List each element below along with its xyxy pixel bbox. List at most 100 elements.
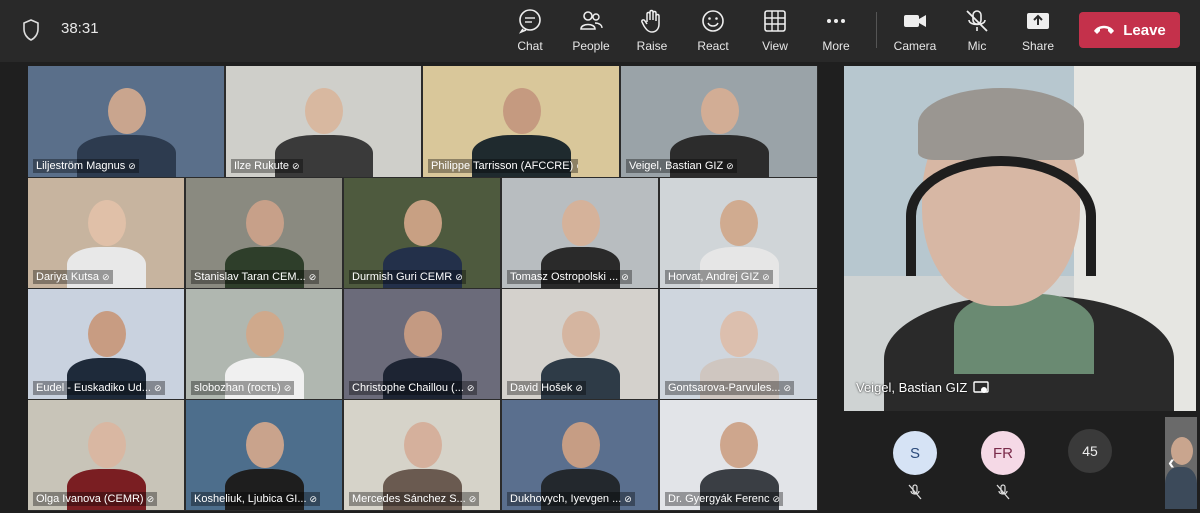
participant-tile[interactable]: slobozhan (гость) ⊘ — [186, 289, 342, 399]
participant-head — [88, 311, 126, 357]
mic-muted-icon: ⊘ — [575, 382, 583, 393]
mic-muted-icon: ⊘ — [576, 161, 578, 172]
participant-tile[interactable]: Gontsarova-Parvules... ⊘ — [660, 289, 817, 399]
camera-button[interactable]: Camera — [885, 6, 945, 56]
participant-name-text: Stanislav Taran CEM... — [194, 271, 306, 283]
participant-head — [88, 200, 126, 246]
react-icon — [702, 10, 724, 32]
participant-head — [701, 88, 739, 134]
mic-label: Mic — [967, 39, 987, 53]
screen-share-icon — [973, 380, 989, 393]
participant-head — [404, 311, 442, 357]
participant-name: Dukhovych, Iyevgen ... ⊘ — [507, 492, 635, 506]
participant-head — [88, 422, 126, 468]
participant-name-text: David Hošek — [510, 382, 573, 394]
shield-icon[interactable] — [22, 19, 40, 41]
raise-hand-button[interactable]: Raise — [622, 6, 682, 56]
more-button[interactable]: More — [806, 6, 866, 56]
react-label: React — [697, 39, 729, 53]
participant-tile[interactable]: Horvat, Andrej GIZ ⊘ — [660, 178, 817, 288]
mic-muted-icon: ⊘ — [283, 382, 292, 393]
participant-name: David Hošek ⊘ — [507, 381, 586, 395]
participant-head — [720, 311, 758, 357]
participant-tile[interactable]: Olga Ivanova (CEMR) ⊘ — [28, 400, 184, 510]
chat-label: Chat — [517, 39, 543, 53]
share-label: Share — [1021, 39, 1055, 53]
camera-icon — [904, 15, 926, 27]
people-label: People — [572, 39, 610, 53]
participant-tile[interactable]: Kosheliuk, Ljubica GI... ⊘ — [186, 400, 342, 510]
raise-hand-icon — [641, 9, 660, 33]
view-label: View — [762, 39, 788, 53]
participant-name: Liljeström Magnus ⊘ — [33, 159, 139, 173]
mic-muted-icon: ⊘ — [455, 271, 463, 282]
participant-tile[interactable]: Philippe Tarrisson (AFCCRE)⊘ — [423, 66, 619, 177]
participant-tile[interactable]: David Hošek ⊘ — [502, 289, 658, 399]
participant-name: slobozhan (гость) ⊘ — [191, 381, 295, 395]
participant-head — [720, 200, 758, 246]
participant-tile[interactable]: Durmish Guri CEMR ⊘ — [344, 178, 500, 288]
participant-tile[interactable]: Liljeström Magnus ⊘ — [28, 66, 224, 177]
participant-name: Olga Ivanova (CEMR) ⊘ — [33, 492, 158, 506]
participant-name-text: Tomasz Ostropolski ... — [510, 271, 619, 283]
participant-name-text: Veigel, Bastian GIZ — [629, 160, 724, 172]
mic-muted-icon: ⊘ — [726, 160, 734, 171]
mic-muted-icon: ⊘ — [621, 271, 629, 282]
mic-muted-icon: ⊘ — [128, 160, 136, 171]
participant-name: Eudel - Euskadiko Ud... ⊘ — [33, 381, 165, 395]
participant-name-text: Philippe Tarrisson (AFCCRE) — [431, 160, 574, 172]
people-button[interactable]: People — [561, 6, 621, 56]
participant-name: Horvat, Andrej GIZ ⊘ — [665, 270, 773, 284]
participant-name-text: Ilze Rukute — [234, 160, 290, 172]
participant-head — [246, 311, 284, 357]
raise-label: Raise — [636, 39, 668, 53]
leave-label: Leave — [1123, 21, 1166, 39]
participant-tile[interactable]: Christophe Chaillou (... ⊘ — [344, 289, 500, 399]
participant-avatar-s[interactable]: S — [893, 431, 937, 475]
share-button[interactable]: Share — [1008, 6, 1068, 56]
people-icon — [580, 11, 603, 30]
participant-initials: S — [909, 444, 920, 462]
participant-head — [562, 311, 600, 357]
mic-muted-icon — [966, 10, 988, 32]
mic-muted-icon: ⊘ — [783, 382, 792, 393]
participant-name-text: Gontsarova-Parvules... — [668, 382, 781, 394]
participant-name: Dariya Kutsa ⊘ — [33, 270, 113, 284]
mic-muted-icon: ⊘ — [466, 382, 475, 393]
participant-head — [404, 422, 442, 468]
participant-head — [720, 422, 758, 468]
more-participants-count[interactable]: 45 — [1068, 429, 1112, 473]
participant-tile[interactable]: Ilze Rukute ⊘ — [226, 66, 421, 177]
participant-tile[interactable]: Veigel, Bastian GIZ ⊘ — [621, 66, 817, 177]
participant-tile[interactable]: Stanislav Taran CEM... ⊘ — [186, 178, 342, 288]
participant-tile[interactable]: Mercedes Sánchez S... ⊘ — [344, 400, 500, 510]
chevron-left-icon[interactable]: ‹ — [1168, 452, 1190, 474]
participant-name: Veigel, Bastian GIZ ⊘ — [626, 159, 737, 173]
mic-muted-icon — [908, 484, 922, 500]
participant-tile[interactable]: Dr. Gyergyák Ferenc ⊘ — [660, 400, 817, 510]
chat-button[interactable]: Chat — [500, 6, 560, 56]
participant-name: Philippe Tarrisson (AFCCRE)⊘ — [428, 159, 578, 173]
toolbar-divider — [876, 12, 877, 48]
mic-muted-icon: ⊘ — [153, 382, 162, 393]
participant-tile[interactable]: Dukhovych, Iyevgen ... ⊘ — [502, 400, 658, 510]
participant-name-text: Horvat, Andrej GIZ — [668, 271, 760, 283]
speaker-scarf — [954, 294, 1094, 374]
leave-button[interactable]: Leave — [1079, 12, 1180, 48]
mic-muted-icon: ⊘ — [624, 493, 632, 504]
mic-muted-icon: ⊘ — [762, 271, 770, 282]
participant-name-text: Mercedes Sánchez S... — [352, 493, 466, 505]
react-button[interactable]: React — [683, 6, 743, 56]
view-button[interactable]: View — [745, 6, 805, 56]
participant-tile[interactable]: Tomasz Ostropolski ... ⊘ — [502, 178, 658, 288]
headset-icon — [906, 156, 1096, 276]
chat-icon — [518, 9, 541, 34]
mic-button[interactable]: Mic — [947, 6, 1007, 56]
participant-avatar-fr[interactable]: FR — [981, 431, 1025, 475]
participant-tile[interactable]: Eudel - Euskadiko Ud... ⊘ — [28, 289, 184, 399]
participant-tile[interactable]: Dariya Kutsa ⊘ — [28, 178, 184, 288]
mic-muted-icon — [996, 484, 1010, 500]
mic-muted-icon: ⊘ — [772, 493, 781, 504]
participant-head — [562, 200, 600, 246]
featured-speaker-video[interactable]: Veigel, Bastian GIZ — [844, 66, 1196, 411]
